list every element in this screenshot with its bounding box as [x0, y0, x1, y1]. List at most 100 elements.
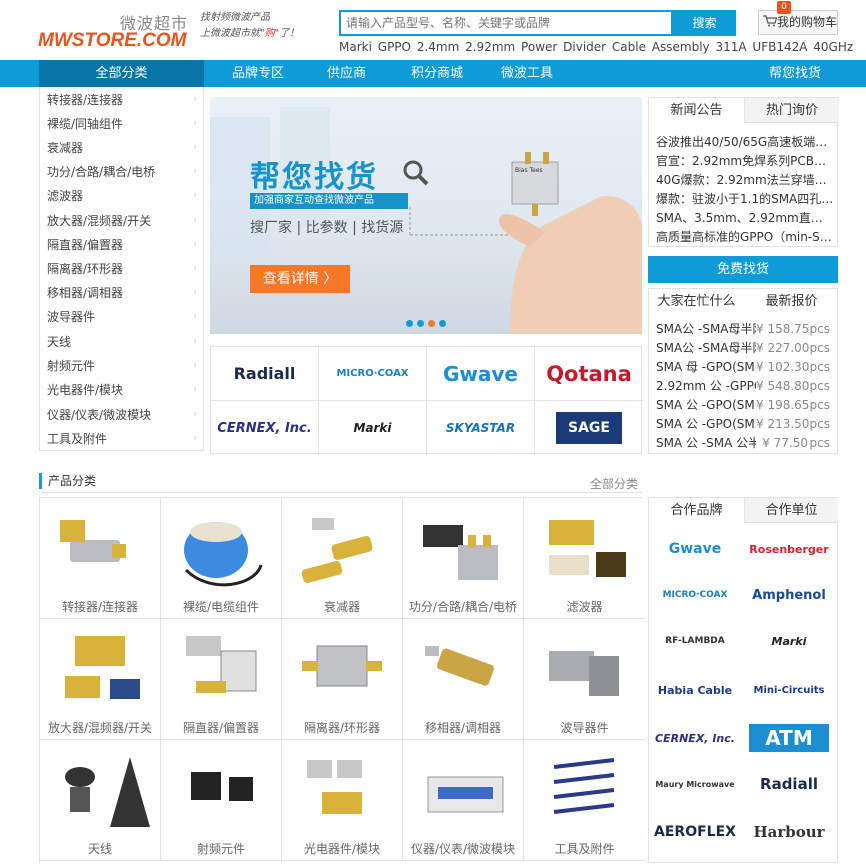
- tab-partner-units[interactable]: 合作单位: [744, 498, 838, 523]
- all-categories-link[interactable]: 全部分类: [590, 475, 638, 492]
- partner-logo-cernex[interactable]: CERNEX, Inc.: [652, 720, 738, 756]
- product-category-item[interactable]: 天线: [40, 740, 161, 861]
- chevron-right-icon: ›: [193, 239, 197, 250]
- sidebar-item[interactable]: 衰减器 ›: [47, 136, 197, 160]
- quote-row[interactable]: SMA 公 -GPO(SMP)¥ 213.50pcs: [656, 415, 834, 434]
- cart-button[interactable]: 我的购物车: [758, 10, 838, 35]
- tab-news[interactable]: 新闻公告: [649, 98, 744, 123]
- quote-row[interactable]: 2.92mm 公 -GPPO¥ 548.80pcs: [656, 377, 834, 396]
- hot-word[interactable]: Power Divider: [521, 40, 606, 54]
- news-item[interactable]: 谷波推出40/50/65G高速板端连接器: [656, 133, 834, 150]
- partner-logo-minicircuits[interactable]: Mini-Circuits: [746, 672, 832, 708]
- product-category-item[interactable]: 射频元件: [161, 740, 282, 861]
- news-item[interactable]: 40G爆款：2.92mm法兰穿墙转接器: [656, 171, 834, 188]
- tab-partner-brands[interactable]: 合作品牌: [649, 498, 744, 523]
- product-category-item[interactable]: 衰减器: [282, 498, 403, 619]
- product-category-item[interactable]: 波导器件: [524, 619, 645, 740]
- brand-logo-skyastar[interactable]: SKYASTAR: [427, 401, 535, 455]
- banner-detail-button[interactable]: 查看详情 〉: [250, 265, 350, 293]
- nav-item-help-find[interactable]: 帮您找货: [769, 60, 821, 87]
- partner-logo-maury[interactable]: Maury Microwave: [652, 766, 738, 802]
- product-category-item[interactable]: 光电器件/模块: [282, 740, 403, 861]
- news-item[interactable]: 官宣：2.92mm免焊系列PCB连接器: [656, 152, 834, 169]
- product-category-item[interactable]: 隔离器/环形器: [282, 619, 403, 740]
- brand-logo-cernex[interactable]: CERNEX, Inc.: [211, 401, 319, 455]
- carousel-dot[interactable]: [439, 320, 446, 327]
- sidebar-item[interactable]: 仪器/仪表/微波模块 ›: [47, 403, 197, 427]
- nav-item-brands[interactable]: 品牌专区: [232, 60, 284, 87]
- partner-logo-harbour[interactable]: Harbour: [746, 814, 832, 850]
- quote-row[interactable]: SMA公 -SMA母半刚¥ 158.75pcs: [656, 320, 834, 339]
- nav-item-tools[interactable]: 微波工具: [501, 60, 553, 87]
- partner-logo-gwave[interactable]: Gwave: [652, 531, 738, 567]
- partner-logo-rf-lambda[interactable]: RF-LAMBDA: [652, 623, 738, 659]
- sidebar-item[interactable]: 隔离器/环形器 ›: [47, 257, 197, 281]
- tab-busy[interactable]: 大家在忙什么: [649, 289, 744, 314]
- carousel-dot[interactable]: [417, 320, 424, 327]
- quote-row[interactable]: SMA 公 -SMA 公半刚¥ 77.50pcs: [656, 434, 834, 453]
- carousel-dot[interactable]: [406, 320, 413, 327]
- hot-word[interactable]: 2.4mm: [417, 40, 459, 54]
- search-input[interactable]: [341, 12, 671, 34]
- tab-latest-quotes[interactable]: 最新报价: [744, 289, 837, 314]
- quote-row[interactable]: SMA公 -SMA母半刚¥ 227.00pcs: [656, 339, 834, 358]
- partner-logo-amphenol[interactable]: Amphenol: [746, 577, 832, 613]
- partner-logo-marki[interactable]: Marki: [746, 623, 832, 659]
- site-logo[interactable]: 微波超市 MWSTORE.COM: [38, 8, 188, 51]
- hot-word[interactable]: 40GHz: [813, 40, 853, 54]
- sidebar-item[interactable]: 移相器/调相器 ›: [47, 281, 197, 305]
- sidebar-item[interactable]: 转接器/连接器 ›: [47, 88, 197, 112]
- sidebar-item[interactable]: 波导器件 ›: [47, 305, 197, 329]
- product-category-item[interactable]: 滤波器: [524, 498, 645, 619]
- product-category-item[interactable]: 放大器/混频器/开关: [40, 619, 161, 740]
- hot-word[interactable]: Cable Assembly: [612, 40, 710, 54]
- carousel-dot[interactable]: [428, 320, 435, 327]
- nav-item-suppliers[interactable]: 供应商: [327, 60, 366, 87]
- hot-word[interactable]: 2.92mm: [465, 40, 515, 54]
- amplifier-image: [65, 636, 140, 699]
- news-item[interactable]: 高质量高标准的GPPO（min-SMP）: [656, 228, 834, 245]
- quote-row[interactable]: SMA 母 -GPO(SMP)¥ 102.30pcs: [656, 358, 834, 377]
- sidebar-item[interactable]: 光电器件/模块 ›: [47, 378, 197, 402]
- hot-word[interactable]: 311A: [715, 40, 746, 54]
- quote-row[interactable]: SMA 公 -GPO(SMP)¥ 198.65pcs: [656, 396, 834, 415]
- sidebar-item[interactable]: 射频元件 ›: [47, 354, 197, 378]
- partner-logo-rosenberger[interactable]: Rosenberger: [746, 531, 832, 567]
- brand-logo-gwave[interactable]: Gwave: [427, 347, 535, 401]
- sidebar-item[interactable]: 功分/合路/耦合/电桥 ›: [47, 160, 197, 184]
- nav-all-categories[interactable]: 全部分类: [39, 60, 204, 87]
- product-category-item[interactable]: 工具及附件: [524, 740, 645, 861]
- product-category-item[interactable]: 移相器/调相器: [403, 619, 524, 740]
- brand-logo-radiall[interactable]: Radiall: [211, 347, 319, 401]
- product-category-item[interactable]: 裸缆/电缆组件: [161, 498, 282, 619]
- product-category-item[interactable]: 仪器/仪表/微波模块: [403, 740, 524, 861]
- sidebar-item[interactable]: 裸缆/同轴组件 ›: [47, 112, 197, 136]
- search-button[interactable]: 搜索: [673, 10, 736, 36]
- sidebar-item[interactable]: 隔直器/偏置器 ›: [47, 233, 197, 257]
- hot-word[interactable]: GPPO: [378, 40, 411, 54]
- partner-logo-microcoax[interactable]: MICRO·COAX: [652, 577, 738, 613]
- brand-logo-sage[interactable]: SAGE: [535, 401, 643, 455]
- tab-hot-inquiry[interactable]: 热门询价: [744, 98, 839, 123]
- hot-word[interactable]: UFB142A: [752, 40, 807, 54]
- sidebar-item[interactable]: 滤波器 ›: [47, 184, 197, 208]
- product-category-item[interactable]: 转接器/连接器: [40, 498, 161, 619]
- partner-logo-habia[interactable]: Habia Cable: [652, 672, 738, 708]
- partner-logo-atm[interactable]: ATM: [746, 720, 832, 756]
- hero-banner[interactable]: Bias Tees 帮您找货 加强商家互动查找微波产品 搜厂家 | 比参数 | …: [210, 97, 642, 334]
- product-category-item[interactable]: 隔直器/偏置器: [161, 619, 282, 740]
- news-item[interactable]: 爆款：驻波小于1.1的SMA四孔法兰: [656, 190, 834, 207]
- partner-logo-aeroflex[interactable]: AEROFLEX: [652, 814, 738, 850]
- sidebar-item[interactable]: 天线 ›: [47, 330, 197, 354]
- partner-logo-radiall[interactable]: Radiall: [746, 766, 832, 802]
- news-item[interactable]: SMA、3.5mm、2.92mm直接连接器: [656, 209, 834, 226]
- brand-logo-qotana[interactable]: Qotana: [535, 347, 643, 401]
- nav-item-points-mall[interactable]: 积分商城: [411, 60, 463, 87]
- sidebar-item[interactable]: 放大器/混频器/开关 ›: [47, 209, 197, 233]
- brand-logo-marki[interactable]: Marki: [319, 401, 427, 455]
- sidebar-item[interactable]: 工具及附件 ›: [47, 427, 197, 451]
- product-category-item[interactable]: 功分/合路/耦合/电桥: [403, 498, 524, 619]
- brand-logo-microcoax[interactable]: MICRO·COAX: [319, 347, 427, 401]
- free-find-button[interactable]: 免费找货: [648, 256, 838, 283]
- hot-word[interactable]: Marki: [339, 40, 372, 54]
